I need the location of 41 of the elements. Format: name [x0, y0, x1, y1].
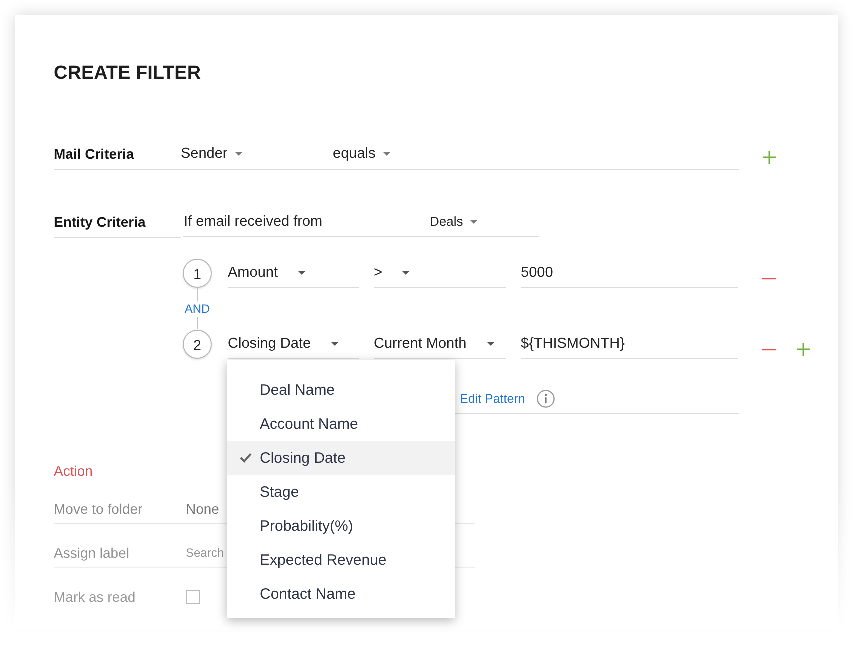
- value-field[interactable]: 5000: [521, 258, 738, 288]
- caret-icon: [234, 152, 243, 156]
- minus-icon[interactable]: [762, 278, 776, 280]
- check-icon: [240, 453, 252, 463]
- menu-item[interactable]: Contact Name: [227, 577, 455, 611]
- menu-item[interactable]: Stage: [227, 475, 455, 509]
- value-field[interactable]: ${THISMONTH}: [521, 329, 738, 359]
- operator-select[interactable]: Current Month: [374, 329, 506, 359]
- menu-item[interactable]: Probability(%): [227, 509, 455, 543]
- menu-item[interactable]: Closing Date: [227, 441, 455, 475]
- field-select[interactable]: Sender: [181, 146, 243, 162]
- condition-text: If email received from: [184, 214, 323, 230]
- page-title: CREATE FILTER: [54, 63, 202, 85]
- caret-icon: [331, 342, 340, 346]
- action-label: Assign label: [54, 544, 130, 560]
- caret-icon: [486, 342, 495, 346]
- action-label: Move to folder: [54, 500, 144, 516]
- mail-criteria-label: Mail Criteria: [54, 146, 136, 162]
- field-select[interactable]: Amount: [228, 258, 359, 288]
- caret-icon: [402, 270, 410, 274]
- entity-criteria-label: Entity Criteria: [54, 214, 146, 230]
- operator-select[interactable]: >: [374, 258, 506, 288]
- folder-select[interactable]: None: [186, 500, 220, 516]
- minus-icon[interactable]: [762, 349, 776, 351]
- plus-icon[interactable]: [797, 343, 810, 356]
- menu-item[interactable]: Deal Name: [227, 373, 455, 407]
- caret-icon: [382, 152, 391, 156]
- checkbox[interactable]: [186, 590, 200, 604]
- info-icon[interactable]: [537, 390, 556, 408]
- operator-select[interactable]: equals: [333, 146, 391, 162]
- edit-pattern-link[interactable]: Edit Pattern: [460, 392, 526, 406]
- menu-item[interactable]: Account Name: [227, 407, 455, 441]
- caret-icon: [298, 270, 306, 274]
- action-label: Mark as read: [54, 588, 137, 604]
- plus-icon[interactable]: [763, 151, 776, 164]
- and-connector[interactable]: AND: [184, 302, 210, 316]
- action-heading: Action: [54, 462, 93, 480]
- menu-item[interactable]: Expected Revenue: [227, 543, 455, 577]
- module-select[interactable]: Deals: [430, 214, 478, 229]
- field-select[interactable]: Closing Date: [228, 329, 359, 359]
- caret-icon: [470, 220, 478, 224]
